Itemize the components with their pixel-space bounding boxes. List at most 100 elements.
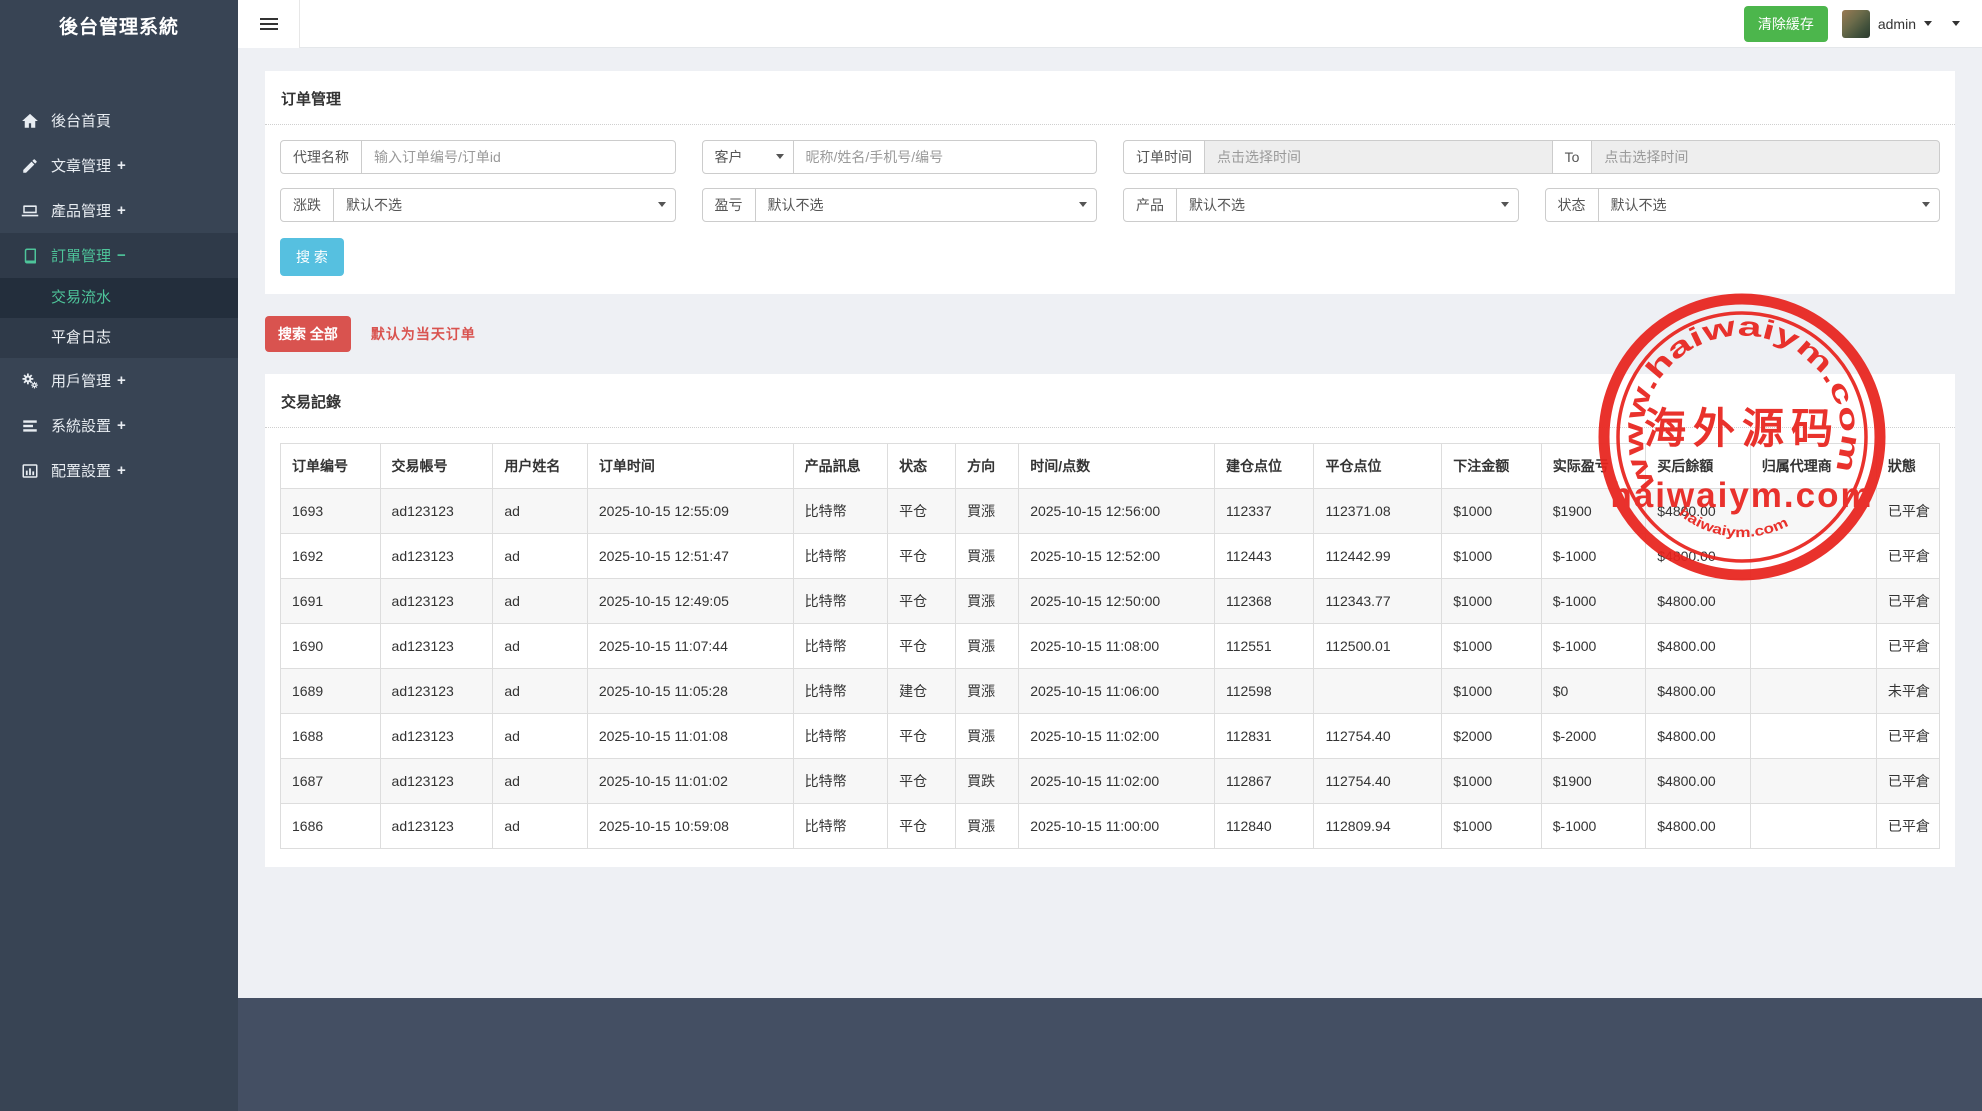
table-cell: ad123123 [379,488,494,534]
agent-input[interactable] [361,140,676,174]
sidebar-item-1[interactable]: 文章管理 + [0,143,238,188]
table-cell: 1688 [280,713,381,759]
sidebar-item-label: 後台首頁 [51,113,112,130]
sidebar-item-label: 用戶管理 [51,373,112,390]
table-cell: 買跌 [955,758,1020,804]
table-row: 1688 ad123123 ad 2025-10-15 11:01:08 比特幣 平仓 買漲… [280,713,1941,759]
table-cell [1749,668,1877,714]
username: admin [1877,15,1916,32]
table-cell: $4800.00 [1645,578,1751,624]
table-cell: $-1000 [1540,533,1647,579]
table-cell: 112754.40 [1313,713,1443,759]
status-label: 状态 [1544,188,1599,222]
table-cell: $4800.00 [1645,668,1751,714]
updown-label: 涨跌 [280,188,334,222]
table-cell: 2025-10-15 12:51:47 [586,533,794,579]
status-select[interactable]: 默认不选 [1597,188,1940,222]
time-from-input[interactable] [1204,140,1553,174]
sidebar-item-2[interactable]: 產品管理 + [0,188,238,233]
menu-toggle-button[interactable] [238,0,300,48]
table-cell: ad [492,488,588,534]
table-cell: $-1000 [1540,623,1647,669]
sidebar-item-4[interactable]: 用戶管理 + [0,358,238,403]
column-header: 归属代理商 [1749,443,1877,489]
clear-cache-button[interactable]: 清除緩存 [1743,5,1828,42]
table-cell: 未平倉 [1875,668,1941,714]
table-row: 1690 ad123123 ad 2025-10-15 11:07:44 比特幣 平仓 買漲… [280,623,1941,669]
table-cell: 比特幣 [792,623,889,669]
table-cell [1749,713,1877,759]
table-header-row: 订单编号 交易帳号 用户姓名 订单时间 产品訊息 状态 方向 时间/点数 建仓点位 平仓点位 下注金… [280,443,1941,489]
table-cell: $1000 [1441,488,1542,534]
table-cell: 2025-10-15 12:50:00 [1018,578,1215,624]
table-cell [1313,668,1443,714]
product-select[interactable]: 默认不选 [1176,188,1519,222]
table-cell: 112371.08 [1313,488,1443,534]
table-cell: 112831 [1213,713,1315,759]
table-row: 1689 ad123123 ad 2025-10-15 11:05:28 比特幣 建仓 買漲… [280,668,1941,714]
column-header: 用户姓名 [492,443,588,489]
table-cell: $1000 [1441,803,1542,849]
table-cell: 2025-10-15 11:06:00 [1018,668,1215,714]
table-cell: ad123123 [379,578,494,624]
table-cell: ad [492,713,588,759]
table-cell: ad [492,758,588,804]
table-cell [1749,623,1877,669]
table-cell: $1000 [1441,533,1542,579]
search-button[interactable]: 搜 索 [280,238,344,276]
table-cell [1749,533,1877,579]
sidebar-item-6[interactable]: 配置設置 + [0,448,238,493]
table-cell: 2025-10-15 12:56:00 [1018,488,1215,534]
topbar-right: 清除緩存 admin [1743,5,1982,42]
sidebar-item-5[interactable]: 系統設置 + [0,403,238,448]
table-cell: 平仓 [887,803,957,849]
pnl-select[interactable]: 默认不选 [754,188,1097,222]
table-cell: 112443 [1213,533,1315,579]
hamburger-icon [259,17,278,20]
table-cell: $2000 [1441,713,1542,759]
table-cell: 2025-10-15 11:05:28 [586,668,794,714]
sidebar-item-3[interactable]: 訂單管理 − [0,233,238,278]
table-cell: 112867 [1213,758,1315,804]
updown-filter-group: 涨跌 默认不选 [280,188,676,222]
sidebar-subitem-3-1[interactable]: 平倉日志 [0,318,238,358]
actions-row: 搜索 全部 默认为当天订单 [265,316,1955,352]
table-cell: $1000 [1441,578,1542,624]
table-cell: $1900 [1540,488,1647,534]
updown-select[interactable]: 默认不选 [333,188,676,222]
customer-select[interactable]: 客户 [701,140,794,174]
expand-indicator: + [117,157,126,174]
search-all-button[interactable]: 搜索 全部 [265,316,351,352]
trade-records-table: 订单编号 交易帳号 用户姓名 订单时间 产品訊息 状态 方向 时间/点数 建仓点位 平仓点位 下注金… [280,443,1941,849]
agent-filter-group: 代理名称 [280,140,676,174]
sidebar-item-0[interactable]: 後台首頁 [0,98,238,143]
sidebar-submenu: 交易流水 平倉日志 [0,278,238,358]
sidebar-subitem-3-0[interactable]: 交易流水 [0,278,238,318]
laptop-icon [20,201,40,221]
table-cell: 已平倉 [1875,488,1941,534]
table-cell [1749,578,1877,624]
filter-grid: 代理名称 客户 订单时间 [280,140,1941,222]
footer-spacer [238,998,1982,1111]
agent-label: 代理名称 [280,140,362,174]
column-header: 实际盈亏 [1540,443,1647,489]
table-cell: $4800.00 [1645,803,1751,849]
customer-input[interactable] [792,140,1097,174]
table-cell: $1000 [1441,758,1542,804]
column-header: 方向 [955,443,1020,489]
table-cell: 平仓 [887,713,957,759]
table-cell: 買漲 [955,803,1020,849]
table-cell: 2025-10-15 11:08:00 [1018,623,1215,669]
table-cell: 比特幣 [792,578,889,624]
topbar-secondary-chevron-down-icon[interactable] [1952,21,1960,30]
table-cell: 比特幣 [792,668,889,714]
table-cell: 已平倉 [1875,713,1941,759]
table-cell: $0 [1540,668,1647,714]
column-header: 状态 [887,443,957,489]
table-cell: 2025-10-15 11:02:00 [1018,758,1215,804]
table-cell: 112809.94 [1313,803,1443,849]
user-dropdown[interactable]: admin [1841,9,1932,38]
chevron-down-icon [1924,21,1932,30]
table-cell: 買漲 [955,623,1020,669]
time-to-input[interactable] [1591,140,1941,174]
